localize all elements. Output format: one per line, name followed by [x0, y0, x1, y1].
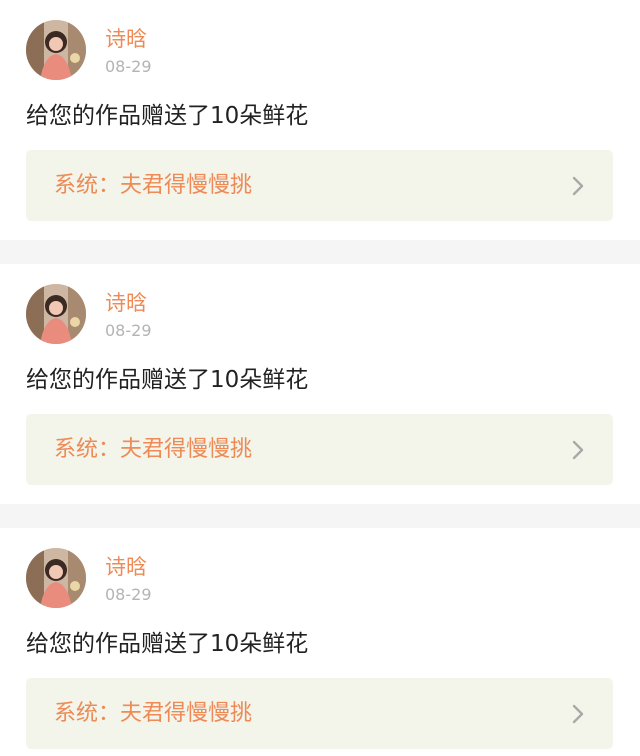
- source-work-link[interactable]: 系统：夫君得慢慢挑: [26, 678, 613, 749]
- timestamp: 08-29: [105, 57, 152, 76]
- card-divider: [0, 504, 640, 528]
- username[interactable]: 诗晗: [105, 555, 147, 579]
- notification-message: 给您的作品赠送了10朵鲜花: [26, 367, 309, 393]
- notification-card: 诗晗 08-29 给您的作品赠送了10朵鲜花 系统：夫君得慢慢挑: [0, 528, 640, 756]
- source-work-label: 系统：夫君得慢慢挑: [54, 701, 253, 726]
- source-work-label: 系统：夫君得慢慢挑: [54, 173, 253, 198]
- avatar-photo-icon: [26, 284, 86, 344]
- notification-feed: 诗晗 08-29 给您的作品赠送了10朵鲜花 系统：夫君得慢慢挑 诗晗 08-2…: [0, 0, 640, 756]
- chevron-right-icon: [571, 176, 585, 196]
- timestamp: 08-29: [105, 321, 152, 340]
- username[interactable]: 诗晗: [105, 291, 147, 315]
- source-work-link[interactable]: 系统：夫君得慢慢挑: [26, 414, 613, 485]
- source-work-label: 系统：夫君得慢慢挑: [54, 437, 253, 462]
- avatar[interactable]: [26, 548, 86, 608]
- avatar[interactable]: [26, 20, 86, 80]
- notification-message: 给您的作品赠送了10朵鲜花: [26, 631, 309, 657]
- source-work-link[interactable]: 系统：夫君得慢慢挑: [26, 150, 613, 221]
- chevron-right-icon: [571, 440, 585, 460]
- timestamp: 08-29: [105, 585, 152, 604]
- notification-message: 给您的作品赠送了10朵鲜花: [26, 103, 309, 129]
- avatar-photo-icon: [26, 548, 86, 608]
- chevron-right-icon: [571, 704, 585, 724]
- notification-card: 诗晗 08-29 给您的作品赠送了10朵鲜花 系统：夫君得慢慢挑: [0, 0, 640, 240]
- username[interactable]: 诗晗: [105, 27, 147, 51]
- card-divider: [0, 240, 640, 264]
- notification-card: 诗晗 08-29 给您的作品赠送了10朵鲜花 系统：夫君得慢慢挑: [0, 264, 640, 504]
- avatar-photo-icon: [26, 20, 86, 80]
- avatar[interactable]: [26, 284, 86, 344]
